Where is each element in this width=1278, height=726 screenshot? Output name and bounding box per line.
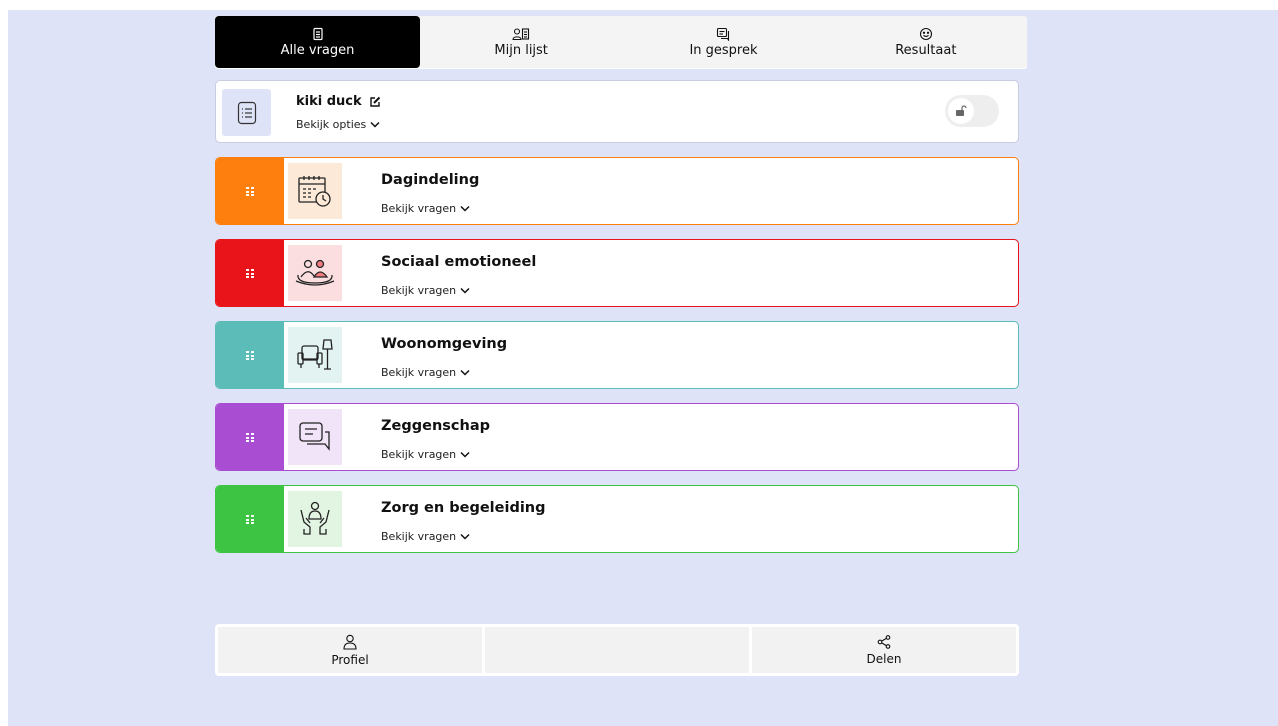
view-questions-label: Bekijk vragen	[381, 202, 457, 215]
drag-handle[interactable]	[216, 322, 284, 388]
chat-icon	[717, 27, 730, 41]
profile-button[interactable]: Profiel	[218, 627, 482, 673]
grip-icon	[246, 515, 254, 524]
profile-card: kiki duck Bekijk opties	[215, 80, 1019, 143]
view-questions-toggle[interactable]: Bekijk vragen	[381, 448, 470, 461]
category-title: Sociaal emotioneel	[381, 254, 537, 270]
category-image	[288, 163, 342, 219]
category-title: Zorg en begeleiding	[381, 500, 546, 516]
toggle-knob	[948, 98, 974, 124]
view-options-label: Bekijk opties	[296, 118, 367, 131]
category-card-zeggenschap[interactable]: Zeggenschap Bekijk vragen	[215, 403, 1019, 471]
drag-handle[interactable]	[216, 404, 284, 470]
category-title: Dagindeling	[381, 172, 480, 188]
tab-label: Mijn lijst	[494, 42, 548, 58]
drag-handle[interactable]	[216, 158, 284, 224]
grip-icon	[246, 351, 254, 360]
drag-handle[interactable]	[216, 486, 284, 552]
profile-name-row: kiki duck	[296, 94, 381, 109]
top-tabs: Alle vragen Mijn lijst In gesprek Result…	[215, 16, 1027, 68]
profile-button-label: Profiel	[331, 652, 369, 667]
profile-icon-box	[222, 89, 271, 136]
share-button-label: Delen	[866, 651, 902, 666]
people-icon	[295, 259, 335, 286]
grip-icon	[246, 433, 254, 442]
drag-handle[interactable]	[216, 240, 284, 306]
category-image	[288, 245, 342, 301]
category-card-dagindeling[interactable]: Dagindeling Bekijk vragen	[215, 157, 1019, 225]
view-questions-label: Bekijk vragen	[381, 448, 457, 461]
chevron-down-icon	[460, 533, 470, 540]
chevron-down-icon	[370, 121, 380, 128]
user-icon	[343, 634, 357, 650]
tab-label: In gesprek	[689, 42, 758, 58]
chevron-down-icon	[460, 205, 470, 212]
chevron-down-icon	[460, 451, 470, 458]
category-title: Zeggenschap	[381, 418, 490, 434]
category-card-sociaal-emotioneel[interactable]: Sociaal emotioneel Bekijk vragen	[215, 239, 1019, 307]
category-image	[288, 327, 342, 383]
view-questions-label: Bekijk vragen	[381, 366, 457, 379]
view-questions-toggle[interactable]: Bekijk vragen	[381, 202, 470, 215]
category-image	[288, 409, 342, 465]
caring-hands-icon	[300, 501, 330, 535]
calendar-clock-icon	[298, 176, 331, 207]
smiley-icon	[919, 27, 932, 40]
tab-alle-vragen[interactable]: Alle vragen	[215, 16, 420, 68]
bottom-bar: Profiel Delen	[215, 624, 1019, 676]
category-title: Woonomgeving	[381, 336, 508, 352]
tab-label: Alle vragen	[280, 42, 355, 58]
list-icon	[237, 101, 256, 124]
share-icon	[877, 634, 891, 649]
tab-resultaat[interactable]: Resultaat	[825, 16, 1027, 68]
category-card-woonomgeving[interactable]: Woonomgeving Bekijk vragen	[215, 321, 1019, 389]
category-image	[288, 491, 342, 547]
grip-icon	[246, 187, 254, 196]
tab-label: Resultaat	[895, 42, 957, 58]
view-questions-label: Bekijk vragen	[381, 530, 457, 543]
tab-mijn-lijst[interactable]: Mijn lijst	[420, 16, 622, 68]
share-button[interactable]: Delen	[752, 627, 1016, 673]
profile-name: kiki duck	[296, 94, 362, 109]
document-icon	[312, 27, 323, 40]
lock-toggle[interactable]	[945, 95, 999, 127]
view-questions-label: Bekijk vragen	[381, 284, 457, 297]
tab-in-gesprek[interactable]: In gesprek	[622, 16, 824, 68]
view-options-toggle[interactable]: Bekijk opties	[296, 118, 380, 131]
speech-bubbles-icon	[299, 422, 330, 451]
chevron-down-icon	[460, 369, 470, 376]
user-list-icon	[512, 27, 530, 40]
edit-icon[interactable]	[369, 96, 381, 108]
unlock-icon	[956, 105, 967, 116]
grip-icon	[246, 269, 254, 278]
category-card-zorg-en-begeleiding[interactable]: Zorg en begeleiding Bekijk vragen	[215, 485, 1019, 553]
view-questions-toggle[interactable]: Bekijk vragen	[381, 284, 470, 297]
view-questions-toggle[interactable]: Bekijk vragen	[381, 530, 470, 543]
empty-slot	[485, 627, 749, 673]
view-questions-toggle[interactable]: Bekijk vragen	[381, 366, 470, 379]
chevron-down-icon	[460, 287, 470, 294]
armchair-lamp-icon	[297, 339, 333, 370]
